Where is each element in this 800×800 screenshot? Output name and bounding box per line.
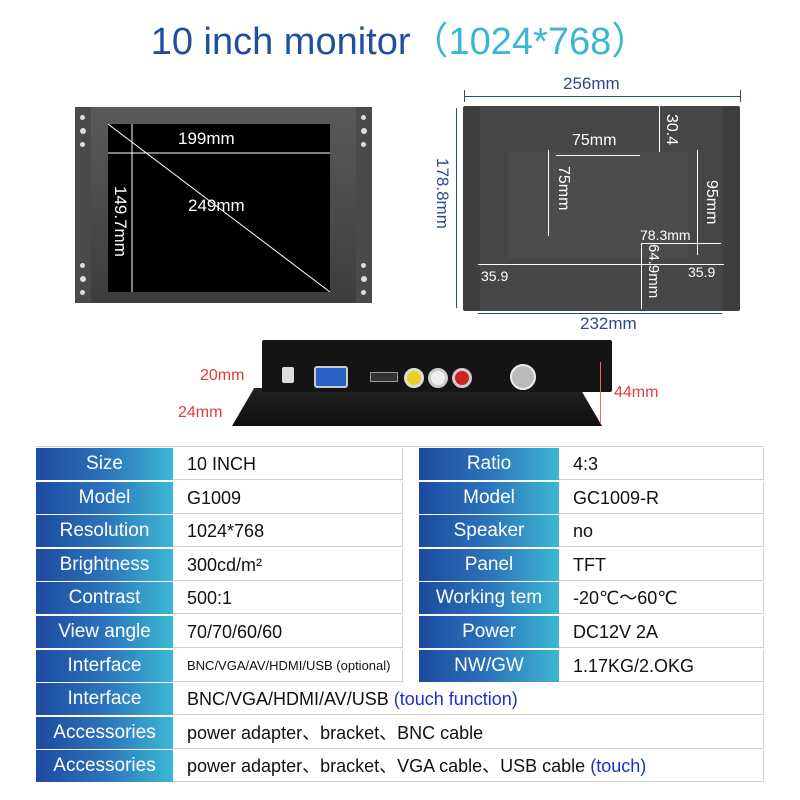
mount-ear-right bbox=[356, 107, 372, 303]
total-depth-label: 44mm bbox=[614, 384, 659, 401]
spec-value-right: DC12V 2A bbox=[559, 616, 764, 648]
screen-width-label: 199mm bbox=[178, 129, 235, 148]
spec-value-right: no bbox=[559, 515, 764, 548]
vesa-horizontal-line bbox=[556, 155, 640, 156]
side-box-image bbox=[262, 340, 612, 392]
spec-label-left: Interface bbox=[36, 649, 173, 682]
side-panel-image bbox=[232, 388, 602, 426]
spec-value-note: (touch function) bbox=[393, 689, 518, 710]
spec-label-full: Accessories bbox=[36, 716, 173, 749]
screen-height-label: 149.7mm bbox=[111, 186, 130, 257]
page-title: 10 inch monitor（1024*768） bbox=[0, 10, 800, 65]
spec-label-left: Size bbox=[36, 448, 173, 480]
table-top-border bbox=[36, 446, 764, 447]
spec-label-left: View angle bbox=[36, 616, 173, 648]
dc-port-icon bbox=[282, 367, 294, 383]
av-red-port-icon bbox=[452, 368, 472, 388]
spec-value-full: power adapter、bracket、VGA cable、USB cabl… bbox=[173, 750, 764, 783]
spec-value-left: BNC/VGA/AV/HDMI/USB (optional) bbox=[173, 649, 403, 682]
spec-value-left: G1009 bbox=[173, 481, 403, 514]
vesa-vertical-label: 75mm bbox=[555, 166, 572, 211]
hdmi-port-icon bbox=[370, 372, 398, 382]
av-white-port-icon bbox=[428, 368, 448, 388]
total-height-line bbox=[456, 108, 457, 308]
spec-label-left: Model bbox=[36, 481, 173, 514]
av-yellow-port-icon bbox=[404, 368, 424, 388]
spec-value-full: power adapter、bracket、BNC cable bbox=[173, 716, 764, 749]
total-width-line bbox=[464, 96, 741, 97]
spec-label-right: NW/GW bbox=[419, 649, 559, 682]
mount-ear-left bbox=[75, 107, 91, 303]
spec-value-left: 300cd/m² bbox=[173, 548, 403, 581]
top-offset-line bbox=[659, 106, 660, 152]
spec-value-text: power adapter、bracket、BNC cable bbox=[187, 722, 484, 743]
spec-label-right: Working tem bbox=[419, 582, 559, 615]
title-main: 10 inch monitor bbox=[150, 21, 411, 63]
vga-port-icon bbox=[314, 366, 348, 388]
spec-label-full: Interface bbox=[36, 683, 173, 716]
bottom-width-label: 232mm bbox=[580, 314, 637, 333]
spec-label-right: Ratio bbox=[419, 448, 559, 480]
spec-value-right: 1.17KG/2.OKG bbox=[559, 649, 764, 682]
spec-value-note: (touch) bbox=[590, 756, 647, 777]
vesa-vertical-line bbox=[548, 150, 549, 236]
box-height-label: 95mm bbox=[703, 180, 720, 225]
spec-value-text: power adapter、bracket、VGA cable、USB cabl… bbox=[187, 756, 591, 777]
spec-value-left: 1024*768 bbox=[173, 515, 403, 548]
spec-value-left: 500:1 bbox=[173, 582, 403, 615]
bnc-port-icon bbox=[510, 364, 536, 390]
screen-diagonal-label: 249mm bbox=[188, 196, 245, 215]
box-height-line bbox=[697, 150, 698, 255]
spec-label-full: Accessories bbox=[36, 750, 173, 783]
port-offset-label: 64.9mm bbox=[645, 244, 662, 299]
total-depth-line bbox=[600, 362, 601, 424]
bottom-width-line bbox=[478, 313, 722, 314]
spec-label-left: Brightness bbox=[36, 548, 173, 581]
spec-value-left: 70/70/60/60 bbox=[173, 616, 403, 648]
right-offset-label: 35.9 bbox=[688, 264, 716, 280]
spec-value-text: BNC/VGA/HDMI/AV/USB bbox=[187, 689, 394, 710]
spec-value-left: 10 INCH bbox=[173, 448, 403, 480]
dim-tick bbox=[464, 90, 465, 102]
spec-label-right: Speaker bbox=[419, 515, 559, 548]
box-depth-label: 20mm bbox=[200, 367, 245, 384]
spec-value-right: -20℃～60℃ bbox=[559, 582, 764, 615]
port-width-label: 78.3mm bbox=[640, 227, 691, 243]
spec-label-right: Power bbox=[419, 616, 559, 648]
vesa-horizontal-label: 75mm bbox=[572, 132, 617, 149]
left-offset-label: 35.9 bbox=[481, 268, 509, 284]
total-width-label: 256mm bbox=[563, 74, 620, 93]
total-height-label: 178.8mm bbox=[433, 158, 452, 229]
port-offset-line bbox=[641, 243, 642, 309]
title-resolution: （1024*768） bbox=[410, 21, 650, 63]
spec-value-right: TFT bbox=[559, 548, 764, 581]
panel-depth-label: 24mm bbox=[178, 404, 223, 421]
spec-label-left: Contrast bbox=[36, 582, 173, 615]
spec-label-right: Panel bbox=[419, 548, 559, 581]
spec-value-right: GC1009-R bbox=[559, 481, 764, 514]
spec-label-left: Resolution bbox=[36, 515, 173, 548]
top-offset-label: 30.4 bbox=[663, 114, 680, 146]
spec-label-right: Model bbox=[419, 481, 559, 514]
dim-tick bbox=[740, 90, 741, 102]
spec-value-full: BNC/VGA/HDMI/AV/USB (touch function) bbox=[173, 683, 764, 716]
spec-value-right: 4:3 bbox=[559, 448, 764, 480]
